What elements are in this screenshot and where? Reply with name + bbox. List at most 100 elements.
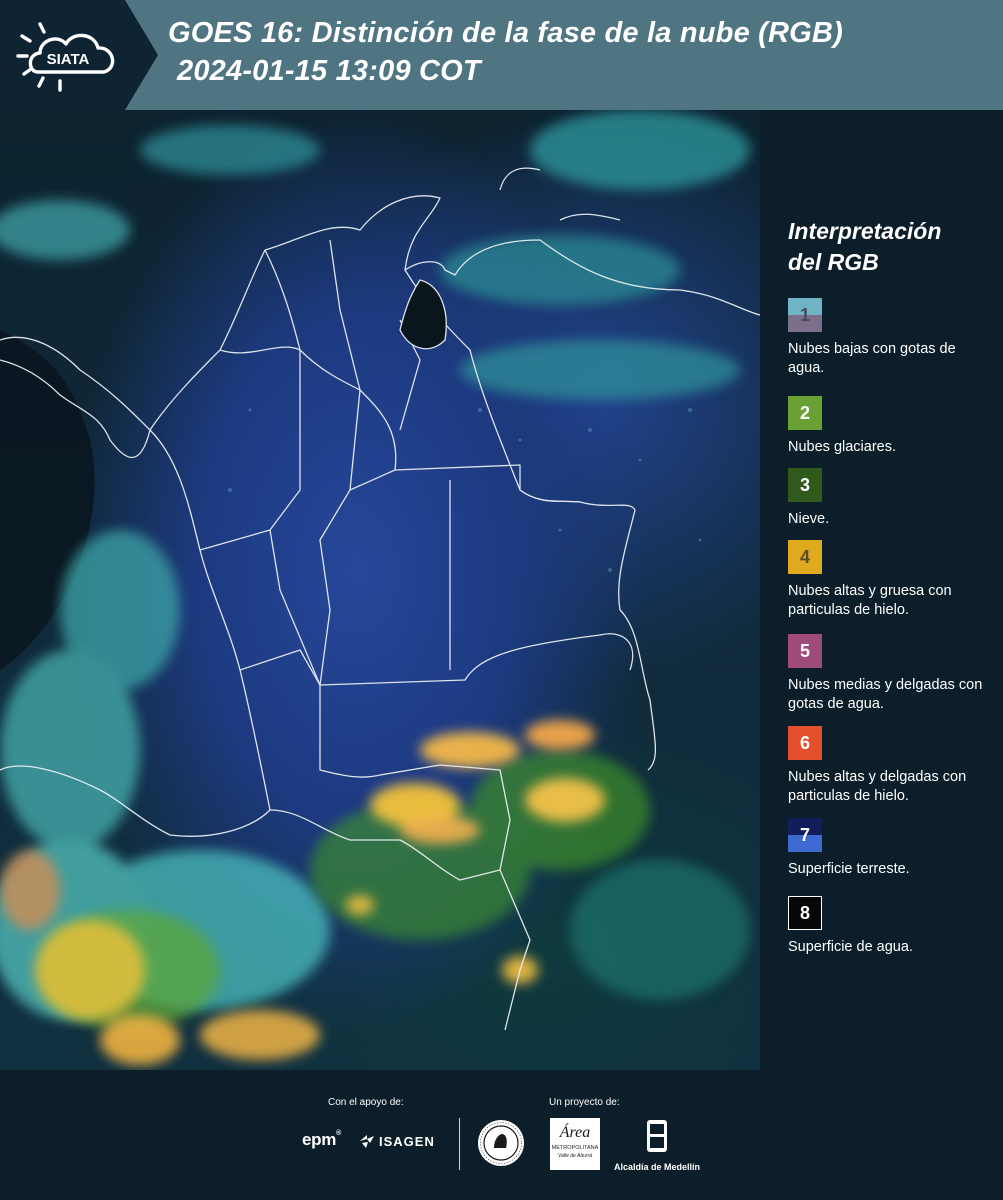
registered-mark-icon: ® <box>336 1130 341 1137</box>
cloud-speck <box>698 538 702 542</box>
legend-label-2: Nubes glaciares. <box>788 439 896 455</box>
area-logo-text: Área <box>559 1124 591 1141</box>
epm-logo: epm® <box>302 1130 341 1150</box>
cloud-speck <box>688 408 692 412</box>
cloud-speck <box>228 488 232 492</box>
cloud-speck <box>608 568 612 572</box>
convective-cloud <box>100 1015 180 1065</box>
legend-label-6: Nubes altas y delgadas con particulas de… <box>788 769 967 804</box>
legend-item-4: 4 Nubes altas y gruesa con particulas de… <box>788 540 988 620</box>
area-logo-sub2: Valle de Aburrá <box>557 1153 593 1159</box>
legend-item-2: 2 Nubes glaciares. <box>788 396 988 457</box>
low-cloud <box>460 340 740 400</box>
legend-title: Interpretación del RGB <box>788 216 993 278</box>
legend-label-1: Nubes bajas con gotas de agua. <box>788 341 956 376</box>
legend-label-3: Nieve. <box>788 511 830 527</box>
cloud-speck <box>558 528 562 532</box>
alcaldia-logo: Alcaldía de Medellín <box>612 1118 702 1172</box>
convective-cloud <box>525 720 595 750</box>
cloud-speck <box>588 428 592 432</box>
siata-logo: SIATA <box>0 0 158 110</box>
low-cloud <box>570 860 750 1000</box>
legend-number-8: 8 <box>799 902 810 923</box>
legend-item-6: 6 Nubes altas y delgadas con particulas … <box>788 726 988 806</box>
department-border <box>269 350 321 686</box>
footer-divider <box>459 1118 460 1170</box>
low-cloud <box>0 650 140 850</box>
coastline <box>499 167 541 191</box>
low-cloud <box>140 125 320 175</box>
header: SIATA GOES 16: Distinción de la fase de … <box>0 0 1003 110</box>
convective-cloud <box>420 732 520 768</box>
map-overlay <box>0 110 760 1065</box>
legend-swatch-6: 6 <box>788 726 822 760</box>
legend-number-3: 3 <box>799 474 810 495</box>
country-border <box>394 464 521 490</box>
isagen-icon <box>360 1135 374 1148</box>
legend-label-7: Superficie terreste. <box>788 861 910 877</box>
title-line-1: GOES 16: Distinción de la fase de la nub… <box>168 17 843 49</box>
legend-number-5: 5 <box>799 640 810 661</box>
convective-cloud <box>0 850 60 930</box>
legend-swatch-2: 2 <box>788 396 822 430</box>
department-border <box>264 249 301 351</box>
legend-item-8: 8 Superficie de agua. <box>788 896 988 957</box>
legend-swatch-4: 4 <box>788 540 822 574</box>
footer: Con el apoyo de: Un proyecto de: epm® IS… <box>0 1070 1003 1200</box>
legend-number-2: 2 <box>799 402 810 423</box>
convective-cloud <box>346 895 374 915</box>
low-cloud <box>0 200 130 260</box>
cloud-speck <box>248 408 252 412</box>
support-label: Con el apoyo de: <box>328 1097 404 1108</box>
low-cloud <box>530 110 750 190</box>
legend-label-4: Nubes altas y gruesa con particulas de h… <box>788 583 952 618</box>
legend-item-5: 5 Nubes medias y delgadas con gotas de a… <box>788 634 988 714</box>
country-border <box>319 633 634 686</box>
country-border <box>319 685 441 778</box>
alcaldia-text: Alcaldía de Medellín <box>613 1162 701 1172</box>
cloud-speck <box>638 458 642 462</box>
satellite-map <box>0 110 760 1070</box>
legend-swatch-8: 8 <box>788 896 822 930</box>
coat-of-arms-icon <box>647 1120 667 1152</box>
legend-label-5: Nubes medias y delgadas con gotas de agu… <box>788 677 983 712</box>
department-border <box>349 469 396 491</box>
legend-title-line-2: del RGB <box>788 249 879 275</box>
legend-item-1: 1 Nubes bajas con gotas de agua. <box>788 298 988 378</box>
low-cloud <box>440 235 680 305</box>
coastline <box>559 213 621 221</box>
department-border <box>329 239 361 391</box>
legend-swatch-5: 5 <box>788 634 822 668</box>
page-title: GOES 16: Distinción de la fase de la nub… <box>168 14 843 90</box>
legend-number-4: 4 <box>799 546 810 567</box>
legend-number-6: 6 <box>799 732 810 753</box>
area-metropolitana-logo: Área METROPOLITANA Valle de Aburrá <box>550 1118 600 1170</box>
medellin-seal-logo <box>476 1118 526 1173</box>
cloud-speck <box>478 408 482 412</box>
department-border <box>219 346 397 471</box>
legend-swatch-1: 1 <box>788 298 822 332</box>
legend: Interpretación del RGB 1 Nubes bajas con… <box>788 216 993 955</box>
convective-cloud <box>35 920 145 1020</box>
isagen-logo-text: ISAGEN <box>379 1133 435 1149</box>
legend-label-8: Superficie de agua. <box>788 939 913 955</box>
legend-swatch-7: 7 <box>788 818 822 852</box>
legend-item-3: 3 Nieve. <box>788 468 988 529</box>
legend-number-1: 1 <box>799 304 810 325</box>
convective-cloud <box>400 816 480 844</box>
department-border <box>199 529 271 551</box>
epm-logo-text: epm <box>302 1130 337 1149</box>
page: SIATA GOES 16: Distinción de la fase de … <box>0 0 1003 1200</box>
project-label: Un proyecto de: <box>549 1097 620 1108</box>
area-logo-sub1: METROPOLITANA <box>551 1145 599 1151</box>
title-line-2: 2024-01-15 13:09 COT <box>177 55 481 87</box>
convective-cloud <box>200 1010 320 1060</box>
cloud-speck <box>518 438 522 442</box>
lake-maracaibo <box>399 279 447 350</box>
department-border <box>319 389 361 686</box>
isagen-logo: ISAGEN <box>358 1133 435 1149</box>
siata-logo-text: SIATA <box>47 51 90 68</box>
legend-swatch-3: 3 <box>788 468 822 502</box>
legend-number-7: 7 <box>799 824 810 845</box>
legend-item-7: 7 Superficie terreste. <box>788 818 988 879</box>
